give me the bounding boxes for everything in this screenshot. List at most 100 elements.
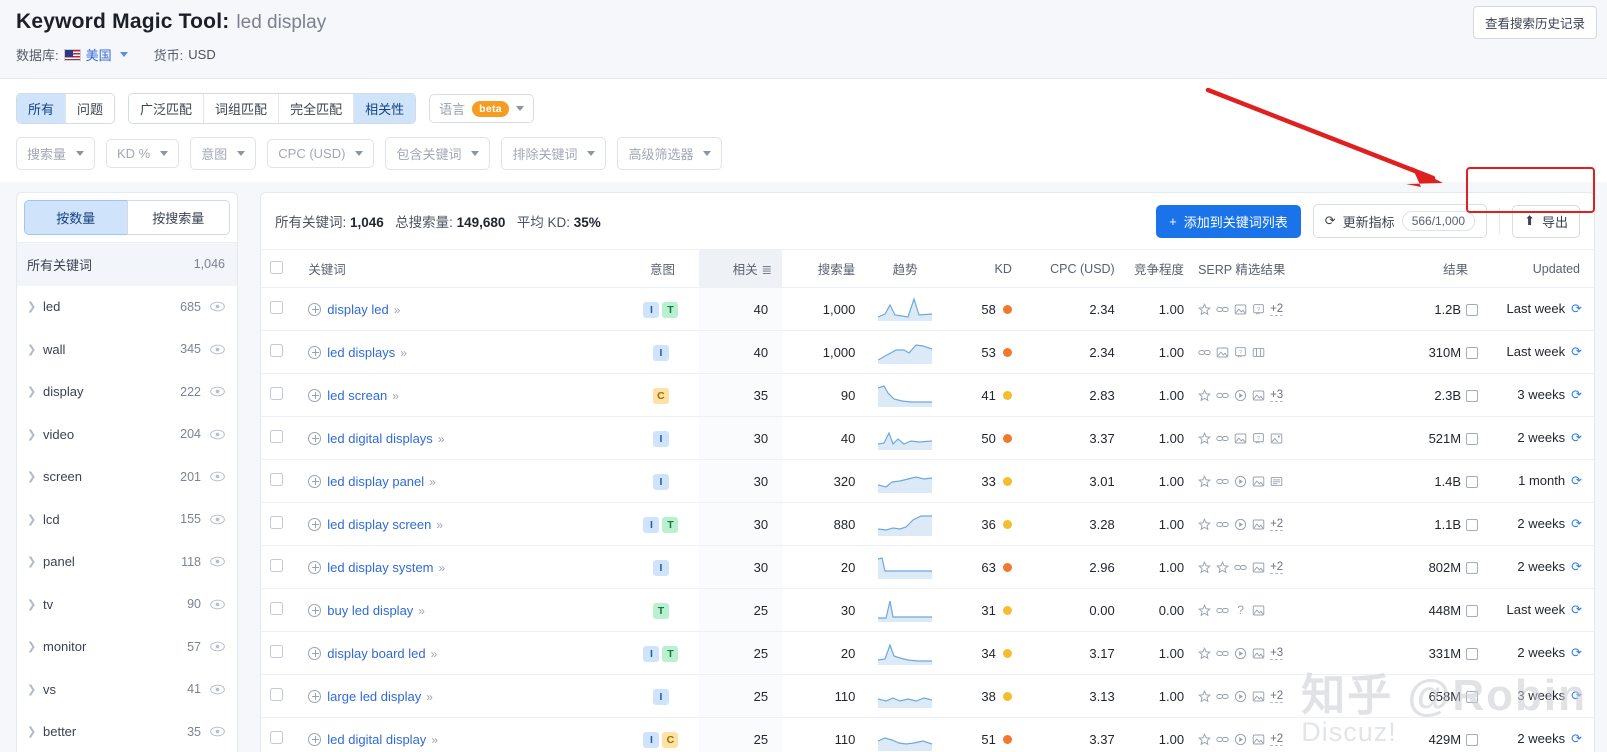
select-all-checkbox[interactable]: [270, 260, 284, 274]
keyword-cell[interactable]: led digital displays »: [292, 416, 626, 460]
update-metrics-button[interactable]: ⟳ 更新指标 566/1,000: [1312, 204, 1488, 238]
keyword-cell[interactable]: led displays »: [292, 330, 626, 374]
row-select-cell[interactable]: [261, 330, 293, 374]
intent-badge-I[interactable]: I: [652, 559, 669, 576]
chevron-right-icon[interactable]: ❯: [27, 555, 43, 568]
chevron-right-icon[interactable]: ❯: [27, 640, 43, 653]
serp-more-count[interactable]: +2: [1270, 303, 1284, 316]
intent-badge-I[interactable]: I: [643, 516, 660, 533]
refresh-icon[interactable]: ⟳: [1571, 516, 1582, 531]
table-row[interactable]: led digital display» I C 25 110 51 3.37 1.00 +2 4…: [261, 717, 1594, 752]
filter-dropdown-0[interactable]: 搜索量: [16, 137, 96, 170]
image-icon[interactable]: [1252, 604, 1265, 617]
sidebar-item-tv[interactable]: ❯ tv 90: [17, 583, 237, 626]
image-icon[interactable]: [1252, 647, 1265, 660]
add-keyword-icon[interactable]: [308, 603, 322, 617]
table-row[interactable]: display board led» I T 25 20 34 3.17 1.00 +3 331M…: [261, 631, 1594, 675]
sidebar-item-better[interactable]: ❯ better 35: [17, 711, 237, 752]
intent-badge-I[interactable]: I: [652, 473, 669, 490]
table-header-kd[interactable]: KD: [940, 249, 1026, 288]
refresh-icon[interactable]: ⟳: [1571, 645, 1582, 660]
video-icon[interactable]: [1234, 389, 1247, 402]
serp-preview-icon[interactable]: [1466, 561, 1479, 574]
keyword-cell[interactable]: led digital display »: [292, 717, 626, 752]
eye-icon[interactable]: [210, 301, 225, 312]
row-select-cell[interactable]: [261, 502, 293, 546]
intent-badge-I[interactable]: I: [643, 731, 660, 748]
table-header-select-all[interactable]: [261, 249, 293, 288]
serp-preview-icon[interactable]: [1466, 303, 1479, 316]
row-checkbox[interactable]: [270, 731, 284, 744]
sidebar-item-display[interactable]: ❯ display 222: [17, 371, 237, 414]
chevron-right-icon[interactable]: ❯: [27, 428, 43, 441]
intent-badge-T[interactable]: T: [662, 516, 679, 533]
serp-more-count[interactable]: +2: [1270, 518, 1284, 531]
link-icon[interactable]: [1216, 733, 1229, 746]
intent-badge-T[interactable]: T: [662, 301, 679, 318]
serp-preview-icon[interactable]: [1466, 389, 1479, 402]
keyword-cell[interactable]: led screan »: [292, 373, 626, 417]
row-select-cell[interactable]: [261, 459, 293, 503]
database-selector[interactable]: 数据库: 美国: [16, 45, 128, 64]
intent-badge-I[interactable]: I: [652, 688, 669, 705]
table-row[interactable]: display led» I T 40 1,000 58 2.34 1.00? +2 1.2B La…: [261, 287, 1594, 331]
row-select-cell[interactable]: [261, 287, 293, 331]
match-tab-1[interactable]: 词组匹配: [204, 94, 280, 123]
language-filter[interactable]: 语言 beta: [429, 94, 534, 123]
eye-icon[interactable]: [210, 684, 225, 695]
keyword-cell[interactable]: buy led display »: [292, 588, 626, 632]
intent-badge-C[interactable]: C: [662, 731, 679, 748]
star-icon[interactable]: [1198, 646, 1212, 660]
table-header--[interactable]: 趋势: [869, 249, 941, 288]
chevron-right-icon[interactable]: ❯: [27, 513, 43, 526]
table-row[interactable]: led digital displays » I 30 40 50 3.37 1.00? 521…: [261, 416, 1594, 460]
match-tab-0[interactable]: 广泛匹配: [129, 94, 205, 123]
keyword-cell[interactable]: led display system »: [292, 545, 626, 589]
image-icon[interactable]: [1234, 303, 1247, 316]
serp-more-count[interactable]: +3: [1270, 389, 1284, 402]
eye-icon[interactable]: [210, 556, 225, 567]
sidebar-item-lcd[interactable]: ❯ lcd 155: [17, 498, 237, 541]
eye-icon[interactable]: [210, 641, 225, 652]
add-keyword-icon[interactable]: [308, 646, 322, 660]
sidebar-item-all-keywords[interactable]: 所有关键词 1,046: [17, 243, 237, 286]
link-icon[interactable]: [1216, 475, 1229, 488]
row-select-cell[interactable]: [261, 631, 293, 675]
match-tab-2[interactable]: 完全匹配: [279, 94, 355, 123]
row-checkbox[interactable]: [270, 602, 284, 615]
chevron-right-icon[interactable]: ❯: [27, 470, 43, 483]
people-also-ask-icon[interactable]: ?: [1234, 346, 1247, 359]
link-icon[interactable]: [1216, 647, 1229, 660]
refresh-icon[interactable]: ⟳: [1571, 559, 1582, 574]
star-icon[interactable]: [1198, 689, 1212, 703]
filter-dropdown-2[interactable]: 意图: [190, 137, 257, 170]
serp-more-count[interactable]: +2: [1270, 733, 1284, 746]
serp-preview-icon[interactable]: [1466, 346, 1479, 359]
expand-keyword-icon[interactable]: »: [426, 690, 433, 704]
row-select-cell[interactable]: [261, 545, 293, 589]
table-header-updated[interactable]: Updated: [1482, 249, 1594, 288]
export-button[interactable]: ⬆ 导出: [1512, 204, 1580, 238]
sidebar-item-screen[interactable]: ❯ screen 201: [17, 456, 237, 499]
keyword-cell[interactable]: large led display »: [292, 674, 626, 718]
refresh-icon[interactable]: ⟳: [1571, 344, 1582, 359]
chevron-right-icon[interactable]: ❯: [27, 300, 43, 313]
eye-icon[interactable]: [210, 386, 225, 397]
image-icon[interactable]: [1252, 733, 1265, 746]
serp-more-count[interactable]: +3: [1270, 647, 1284, 660]
sort-icon[interactable]: ≣: [762, 263, 772, 277]
expand-keyword-icon[interactable]: »: [392, 389, 399, 403]
table-header--[interactable]: 意图: [625, 249, 700, 288]
question-icon[interactable]: ?: [1234, 603, 1247, 617]
add-keyword-icon[interactable]: [308, 474, 322, 488]
link-icon[interactable]: [1216, 389, 1229, 402]
refresh-icon[interactable]: ⟳: [1571, 430, 1582, 445]
row-select-cell[interactable]: [261, 373, 293, 417]
image-icon[interactable]: [1252, 561, 1265, 574]
keyword-link[interactable]: led display screen: [327, 517, 431, 532]
expand-keyword-icon[interactable]: »: [438, 432, 445, 446]
link-icon[interactable]: [1234, 561, 1247, 574]
star-icon[interactable]: [1198, 474, 1212, 488]
expand-keyword-icon[interactable]: »: [439, 561, 446, 575]
add-keyword-icon[interactable]: [308, 560, 322, 574]
